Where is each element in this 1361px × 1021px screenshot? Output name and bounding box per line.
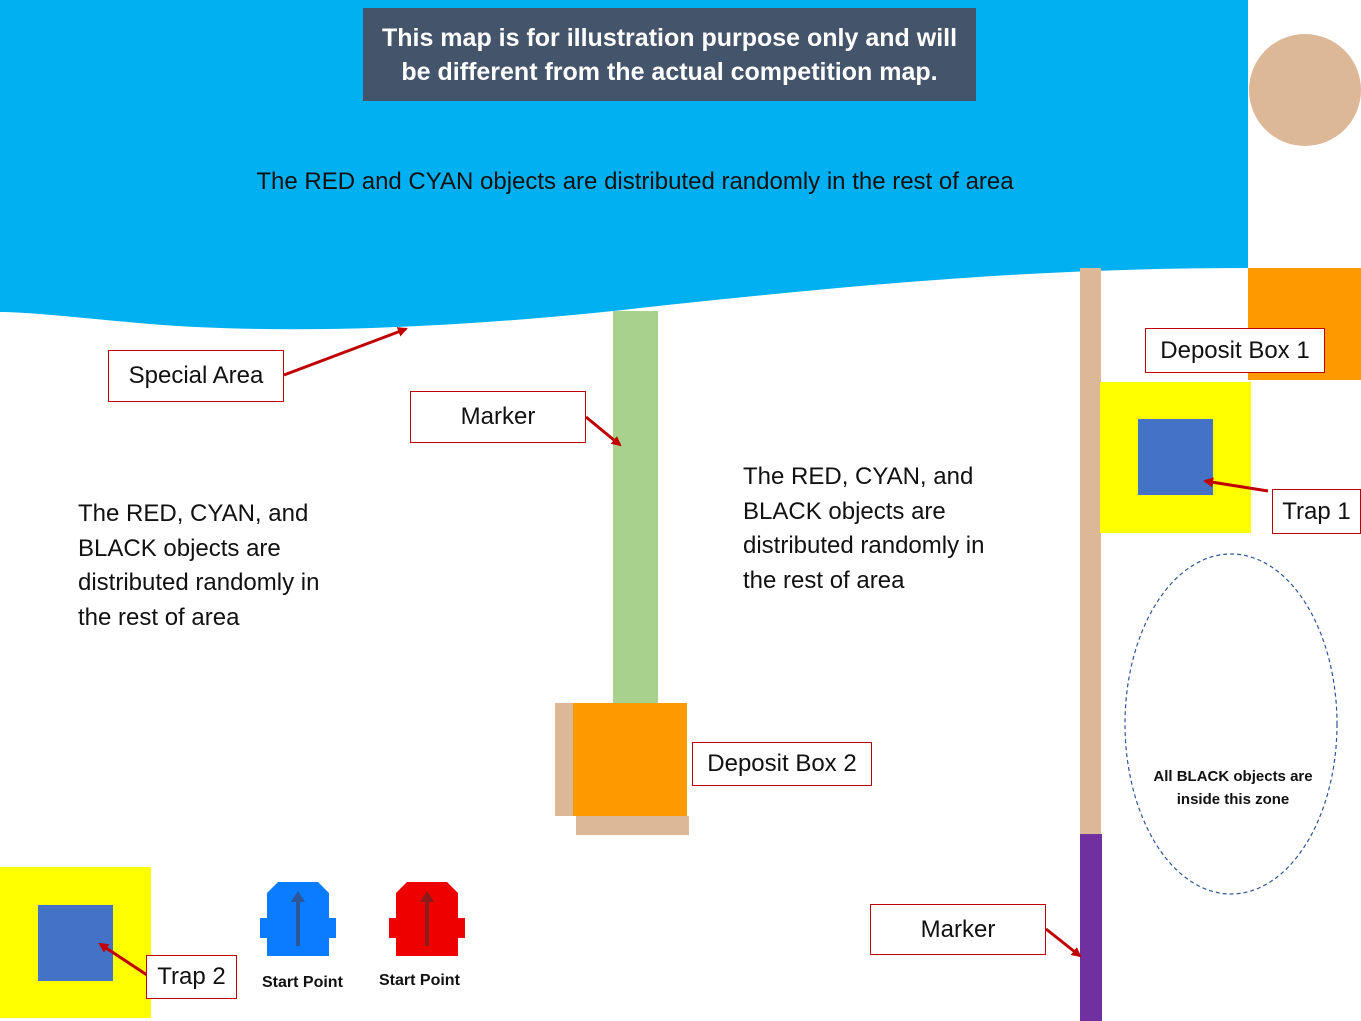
trap-1-label: Trap 1 (1272, 489, 1361, 534)
robot-icon (389, 882, 465, 956)
special-area-label: Special Area (108, 350, 284, 402)
black-zone-description: All BLACK objects are inside this zone (1153, 768, 1313, 808)
robot-icon (260, 882, 336, 956)
black-objects-zone (1124, 553, 1338, 895)
deposit-box-2-wall-left (555, 703, 575, 816)
deposit-box-2-wall-bottom (576, 816, 689, 835)
deposit-box-1-label: Deposit Box 1 (1145, 328, 1325, 373)
marker-purple (1080, 834, 1102, 1021)
deposit-box-2 (573, 703, 687, 816)
marker-green (613, 311, 658, 703)
marker-bottom-arrow (1045, 927, 1082, 958)
special-area-arrow (283, 327, 408, 377)
start-point-red-label: Start Point (379, 972, 460, 989)
right-wall (1080, 268, 1101, 834)
marker-top-label: Marker (410, 391, 586, 443)
special-area-description: The RED and CYAN objects are distributed… (256, 168, 1014, 195)
marker-bottom-label: Marker (870, 904, 1046, 955)
trap-1-blue (1138, 419, 1213, 495)
circle-icon (1249, 34, 1361, 146)
deposit-box-2-label: Deposit Box 2 (692, 742, 872, 786)
disclaimer-banner: This map is for illustration purpose onl… (363, 8, 976, 101)
trap-2-blue (38, 905, 113, 981)
start-point-blue-label: Start Point (262, 974, 343, 991)
right-area-description: The RED, CYAN, and BLACK objects are dis… (743, 463, 985, 594)
left-area-description: The RED, CYAN, and BLACK objects are dis… (78, 500, 320, 631)
trap-2-label: Trap 2 (146, 955, 237, 999)
